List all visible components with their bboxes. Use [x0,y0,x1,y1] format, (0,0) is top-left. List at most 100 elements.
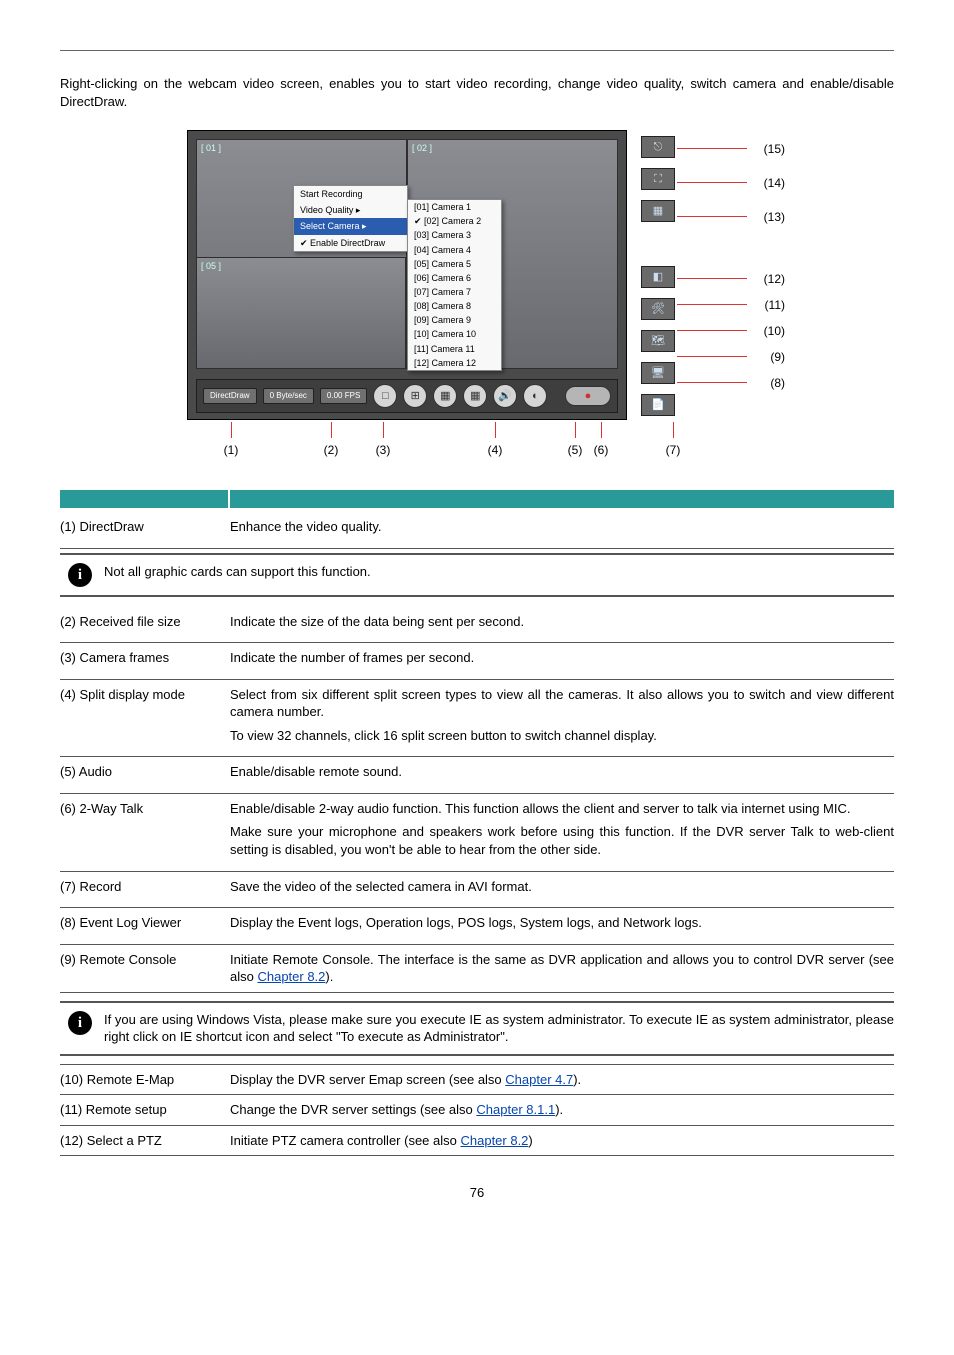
table-row: (10) Remote E-MapDisplay the DVR server … [60,1064,894,1096]
callout-label: (4) [488,442,503,458]
menu-item-enable-directdraw[interactable]: Enable DirectDraw [294,235,407,251]
submenu-item[interactable]: [02] Camera 2 [408,214,501,228]
info-box-2: i If you are using Windows Vista, please… [60,1001,894,1056]
split-4-button[interactable]: ⊞ [403,384,427,408]
callout-line: (14) [677,182,747,183]
menu-item-start-recording[interactable]: Start Recording [294,186,407,202]
row-body: Indicate the size of the data being sent… [230,613,894,637]
callout-label: (5) [568,442,583,458]
callout-label: (14) [764,175,785,191]
callout-label: (8) [770,375,785,391]
fullscreen-icon[interactable]: ⛶ [641,168,675,190]
remote-setup-icon[interactable]: 🛠 [641,298,675,320]
exit-icon[interactable]: ⎋ [641,136,675,158]
annotated-screenshot: [ 01 ] [ 02 ] [ 05 ] Start Recording Vid… [157,130,797,470]
submenu-item[interactable]: [05] Camera 5 [408,257,501,271]
split-9-button[interactable]: ▦ [433,384,457,408]
info-icon: i [68,563,92,587]
event-log-icon[interactable]: 📄 [641,394,675,416]
callout-tick [575,422,576,438]
camera-submenu[interactable]: [01] Camera 1 [02] Camera 2 [03] Camera … [407,199,502,371]
top-rule [60,50,894,51]
callout-tick [601,422,602,438]
row-label: (4) Split display mode [60,686,230,751]
submenu-item[interactable]: [08] Camera 8 [408,299,501,313]
row-label: (8) Event Log Viewer [60,914,230,938]
submenu-item[interactable]: [06] Camera 6 [408,271,501,285]
submenu-item[interactable]: [03] Camera 3 [408,228,501,242]
row-label: (12) Select a PTZ [60,1132,230,1150]
table-header-bar [60,490,894,508]
table-row: (9) Remote Console Initiate Remote Conso… [60,945,894,993]
webcam-screenshot: [ 01 ] [ 02 ] [ 05 ] Start Recording Vid… [187,130,627,420]
submenu-item[interactable]: [01] Camera 1 [408,200,501,214]
row-label: (11) Remote setup [60,1101,230,1119]
table-row: (7) RecordSave the video of the selected… [60,872,894,909]
callout-label: (9) [770,349,785,365]
directdraw-chip: DirectDraw [203,388,257,405]
info-icon: i [68,1011,92,1035]
row-label: (7) Record [60,878,230,902]
submenu-item[interactable]: [12] Camera 12 [408,356,501,370]
callout-label: (12) [764,271,785,287]
remote-emap-icon[interactable]: 🗺 [641,330,675,352]
row-label: (3) Camera frames [60,649,230,673]
table-row: (1) DirectDrawEnhance the video quality. [60,512,894,549]
callout-tick [383,422,384,438]
table-row: (6) 2-Way TalkEnable/disable 2-way audio… [60,794,894,872]
callout-line: (11) [677,304,747,305]
split-1-button[interactable]: □ [373,384,397,408]
callout-line: (10) [677,330,747,331]
table-row: (3) Camera framesIndicate the number of … [60,643,894,680]
talk-button[interactable]: ◐ [523,384,547,408]
side-icon-stack: ⎋ ⛶ ▦ ◧ 🛠 🗺 🖥 📄 [637,136,679,416]
bytes-chip: 0 Byte/sec [263,388,314,405]
split-16-button[interactable]: ▦ [463,384,487,408]
remote-console-icon[interactable]: 🖥 [641,362,675,384]
ptz-select-icon[interactable]: ▦ [641,200,675,222]
menu-item-video-quality[interactable]: Video Quality ▸ [294,202,407,218]
callout-line: (12) [677,278,747,279]
callout-tick [231,422,232,438]
table-row: (4) Split display modeSelect from six di… [60,680,894,758]
video-pane-3: [ 05 ] [196,257,406,369]
table-row: (11) Remote setupChange the DVR server s… [60,1095,894,1126]
row-body: Initiate PTZ camera controller (see also… [230,1132,894,1150]
intro-text: Right-clicking on the webcam video scree… [60,75,894,110]
row-label: (9) Remote Console [60,951,230,986]
callout-label: (10) [764,323,785,339]
bottom-callouts: (1)(2)(3)(4)(5)(6)(7) [187,422,717,470]
submenu-item[interactable]: [04] Camera 4 [408,243,501,257]
callout-line: (9) [677,356,747,357]
row-body: Indicate the number of frames per second… [230,649,894,673]
row-body: Save the video of the selected camera in… [230,878,894,902]
audio-button[interactable]: 🔊 [493,384,517,408]
ptz-icon[interactable]: ◧ [641,266,675,288]
table-row: (12) Select a PTZInitiate PTZ camera con… [60,1126,894,1157]
submenu-item[interactable]: [07] Camera 7 [408,285,501,299]
chapter-link[interactable]: Chapter 4.7 [505,1072,573,1087]
fps-chip: 0.00 FPS [320,388,367,405]
callout-line: (13) [677,216,747,217]
submenu-item[interactable]: [11] Camera 11 [408,342,501,356]
player-bottom-bar: DirectDraw 0 Byte/sec 0.00 FPS □ ⊞ ▦ ▦ 🔊… [196,379,618,413]
chapter-link[interactable]: Chapter 8.2 [257,969,325,984]
row-body: Select from six different split screen t… [230,686,894,751]
chapter-link[interactable]: Chapter 8.2 [460,1133,528,1148]
chapter-link[interactable]: Chapter 8.1.1 [476,1102,555,1117]
page-number: 76 [60,1184,894,1202]
row-body: Enable/disable 2-way audio function. Thi… [230,800,894,865]
callout-label: (13) [764,209,785,225]
row-body: Enable/disable remote sound. [230,763,894,787]
info-text: Not all graphic cards can support this f… [104,563,894,581]
submenu-item[interactable]: [10] Camera 10 [408,327,501,341]
callout-label: (11) [765,297,785,313]
context-menu[interactable]: Start Recording Video Quality ▸ Select C… [293,185,408,252]
row-body: Enhance the video quality. [230,518,894,542]
record-button[interactable]: ● [565,386,611,406]
submenu-item[interactable]: [09] Camera 9 [408,313,501,327]
callout-label: (1) [224,442,239,458]
callout-tick [495,422,496,438]
row-body: Change the DVR server settings (see also… [230,1101,894,1119]
menu-item-select-camera[interactable]: Select Camera ▸ [294,218,407,234]
